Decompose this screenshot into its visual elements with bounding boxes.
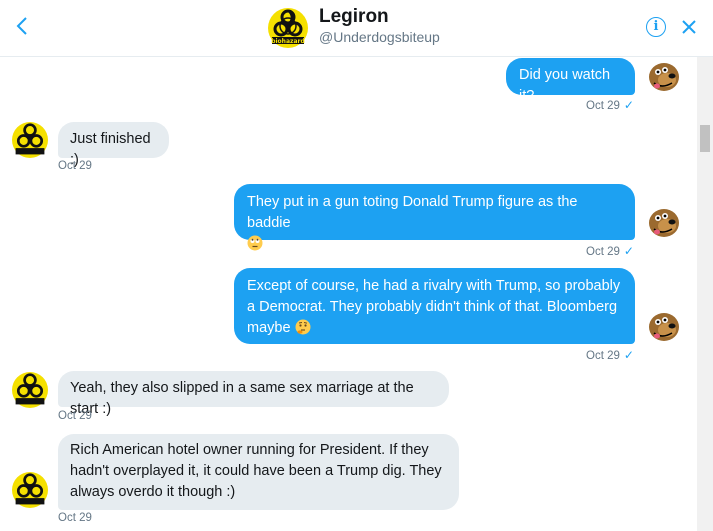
message-text: Yeah, they also slipped in a same sex ma… [70,380,414,417]
thinking-emoji-icon [295,319,311,335]
message-time: Oct 29 [58,512,92,524]
message-bubble-incoming[interactable]: Yeah, they also slipped in a same sex ma… [58,371,449,417]
message-meta: Oct 29 ✓ [586,348,634,362]
scooby-avatar-icon[interactable] [646,58,682,94]
message-bubble-incoming[interactable]: Rich American hotel owner running for Pr… [58,434,459,510]
header-handle[interactable]: @Underdogsbiteup [319,29,440,45]
message-bubble-outgoing[interactable]: Except of course, he had a rivalry with … [234,268,635,344]
message-time: Oct 29 [58,410,92,422]
info-icon[interactable]: i [646,17,666,37]
read-check-icon: ✓ [623,98,634,112]
header-display-name[interactable]: Legiron [319,6,389,28]
message-meta: Oct 29 ✓ [586,244,634,258]
biohazard-avatar-icon[interactable]: biohazard [268,8,308,48]
message-text: Rich American hotel owner running for Pr… [70,442,442,500]
message-meta: Oct 29 ✓ [586,98,634,112]
biohazard-avatar-icon[interactable] [12,372,48,408]
close-icon[interactable] [678,14,700,40]
biohazard-avatar-icon[interactable] [12,122,48,158]
scooby-avatar-icon[interactable] [646,204,682,240]
message-time: Oct 29 [586,246,620,258]
message-text: They put in a gun toting Donald Trump fi… [247,194,578,231]
biohazard-avatar-icon[interactable] [12,472,48,508]
conversation-header: biohazard Legiron @Underdogsbiteup i [0,0,713,57]
svg-text:biohazard: biohazard [271,38,305,45]
message-bubble-outgoing[interactable]: Did you watch it? [506,58,635,104]
message-time: Oct 29 [586,100,620,112]
scrollbar-thumb[interactable] [700,125,710,152]
eye-roll-emoji-icon [247,235,263,251]
message-time: Oct 29 [58,160,92,172]
read-check-icon: ✓ [623,244,634,258]
scooby-avatar-icon[interactable] [646,308,682,344]
message-bubble-outgoing[interactable]: They put in a gun toting Donald Trump fi… [234,184,635,251]
message-bubble-incoming[interactable]: Just finished :) [58,122,169,168]
back-chevron-icon[interactable] [12,14,32,38]
message-time: Oct 29 [586,350,620,362]
read-check-icon: ✓ [623,348,634,362]
